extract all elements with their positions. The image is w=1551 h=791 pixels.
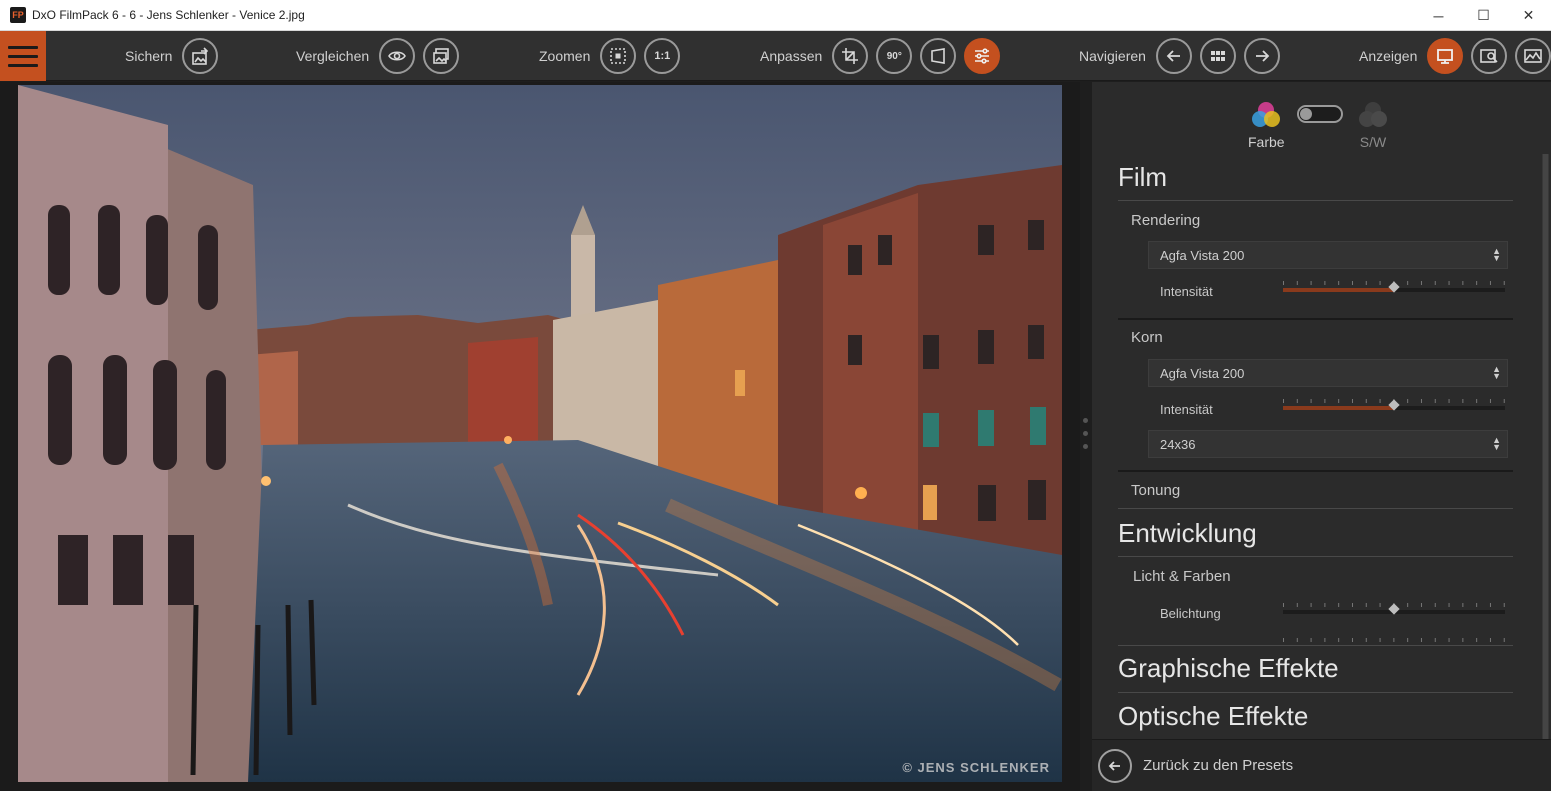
grain-preset-select[interactable]: Agfa Vista 200 ▲ ▼ [1148,359,1508,387]
navigate-label: Navigieren [1079,48,1146,64]
rendering-intensity-slider[interactable] [1283,281,1505,295]
bw-circles-icon [1359,102,1387,127]
minimize-button[interactable]: ─ [1416,0,1461,31]
exposure-slider[interactable] [1283,603,1505,617]
arrow-left-icon[interactable] [1155,38,1192,74]
section-graphic-effects-title[interactable]: Graphische Effekte [1118,653,1339,684]
zoom-label: Zoomen [539,48,591,64]
main-toolbar: Sichern Vergleichen Zoomen 1:1 Anpassen … [0,31,1551,81]
color-mode[interactable]: Farbe [1248,100,1285,150]
select-caret-icon: ▲ ▼ [1492,435,1501,452]
divider [1118,556,1513,557]
toning-title[interactable]: Tonung [1131,482,1180,499]
zoom-fit-icon[interactable] [600,38,637,74]
select-caret-icon: ▲ ▼ [1492,246,1501,263]
panel-scrollbar[interactable] [1542,154,1549,744]
maximize-button[interactable]: ☐ [1461,0,1506,31]
grain-format-select[interactable]: 24x36 ▲ ▼ [1148,430,1508,458]
color-mode-label: Farbe [1248,134,1285,150]
perspective-icon[interactable] [920,38,957,74]
grain-intensity-label: Intensität [1160,402,1213,417]
navigate-group: Navigieren [1079,31,1280,81]
display-label: Anzeigen [1359,48,1418,64]
section-optical-effects-title[interactable]: Optische Effekte [1118,701,1308,732]
color-circles-icon [1252,102,1281,127]
hamburger-menu-button[interactable] [0,31,46,81]
zoom-group: Zoomen 1:1 [539,31,681,81]
loupe-icon[interactable] [1471,38,1508,74]
divider [1118,645,1513,646]
section-development-title[interactable]: Entwicklung [1118,518,1257,549]
grain-intensity-slider[interactable] [1283,399,1505,413]
photo-watermark: © JENS SCHLENKER [902,760,1050,775]
color-bw-toggle[interactable] [1297,105,1343,123]
select-caret-icon: ▲ ▼ [1492,364,1501,381]
back-to-presets-link[interactable]: Zurück zu den Presets [1143,757,1293,774]
grain-format-value: 24x36 [1160,436,1196,452]
rendering-title[interactable]: Rendering [1131,212,1200,229]
window-controls: ─ ☐ ✕ [1416,0,1551,31]
section-film-title[interactable]: Film [1118,162,1167,193]
bw-mode-label: S/W [1359,134,1387,150]
panel-footer: Zurück zu den Presets [1092,739,1551,791]
back-arrow-icon[interactable] [1098,748,1132,783]
bw-mode[interactable]: S/W [1356,100,1390,150]
window-title: DxO FilmPack 6 - 6 - Jens Schlenker - Ve… [32,8,305,22]
grain-title[interactable]: Korn [1131,329,1163,346]
venice-canal-photo: © JENS SCHLENKER [18,85,1062,782]
histogram-icon[interactable] [1515,38,1551,74]
image-viewer[interactable]: © JENS SCHLENKER [0,82,1080,791]
rotate-90-button[interactable]: 90° [876,38,913,74]
grain-preset-value: Agfa Vista 200 [1160,365,1245,381]
light-colors-title[interactable]: Licht & Farben [1133,568,1231,585]
rendering-preset-value: Agfa Vista 200 [1160,247,1245,263]
divider [1118,318,1513,320]
divider [1118,470,1513,472]
crop-icon[interactable] [832,38,869,74]
compare-label: Vergleichen [296,48,370,64]
color-mode-switch: Farbe S/W [1092,100,1551,150]
grid-icon[interactable] [1199,38,1236,74]
adjust-label: Anpassen [760,48,823,64]
rendering-intensity-label: Intensität [1160,284,1213,299]
save-group: Sichern [125,31,219,81]
zoom-100-button[interactable]: 1:1 [644,38,681,74]
display-group: Anzeigen [1359,31,1551,81]
arrow-right-icon[interactable] [1243,38,1280,74]
compare-images-icon[interactable] [423,38,460,74]
save-label: Sichern [125,48,173,64]
close-button[interactable]: ✕ [1506,0,1551,31]
settings-panel: Farbe S/W Film Rendering Agfa Vista 200 … [1092,82,1551,791]
divider [1118,508,1513,509]
eye-icon[interactable] [379,38,416,74]
panel-splitter-handle[interactable] [1080,82,1092,791]
exposure-label: Belichtung [1160,606,1221,621]
export-image-icon[interactable] [182,38,219,74]
compare-group: Vergleichen [296,31,460,81]
adjustment-sliders-icon[interactable] [964,38,1001,74]
divider [1118,200,1513,201]
divider [1118,692,1513,693]
adjust-group: Anpassen 90° [760,31,1001,81]
rotate-label: 90° [886,50,902,62]
next-slider-partial [1283,638,1505,644]
rendering-preset-select[interactable]: Agfa Vista 200 ▲ ▼ [1148,241,1508,269]
app-icon: FP [10,7,26,23]
photo-illustration [18,85,1062,782]
title-bar: FP DxO FilmPack 6 - 6 - Jens Schlenker -… [0,0,1551,31]
monitor-icon[interactable] [1427,38,1464,74]
